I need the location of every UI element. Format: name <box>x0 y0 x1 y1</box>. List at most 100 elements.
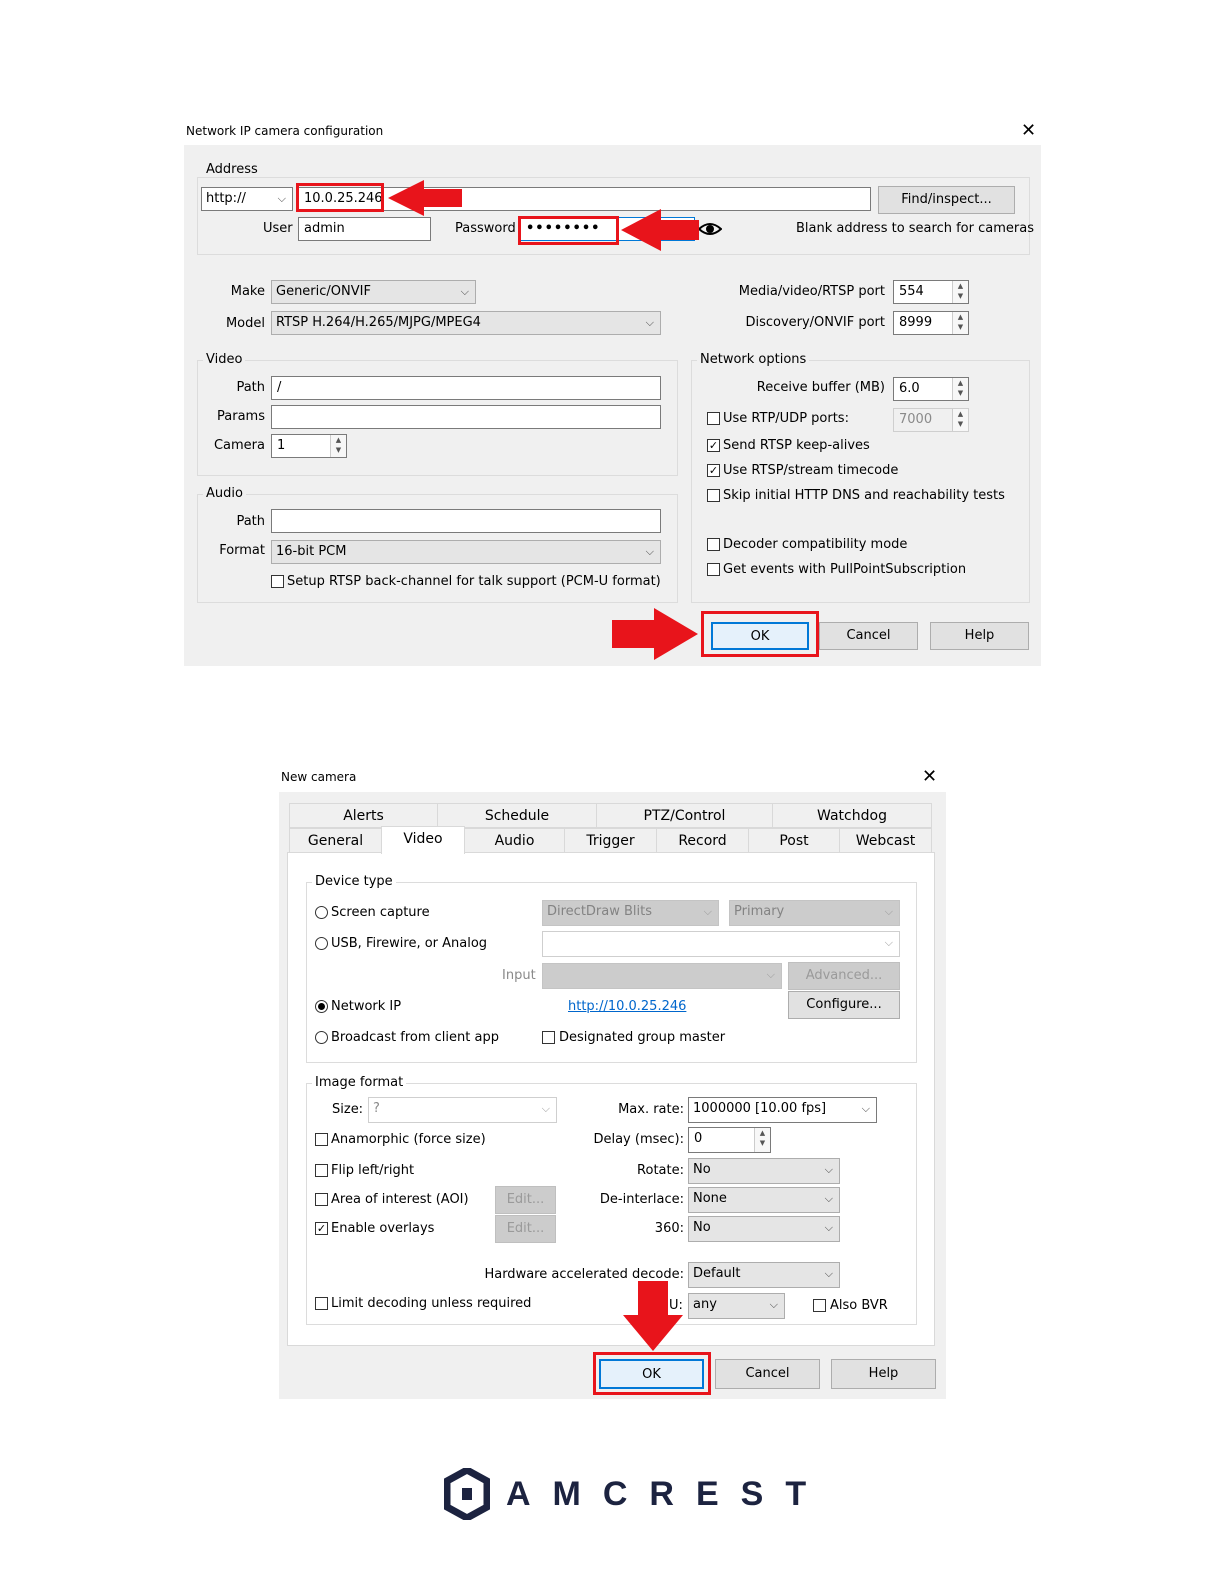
address-group-title: Address <box>203 162 261 177</box>
hw-decode-select[interactable]: Default ⌵ <box>688 1262 840 1288</box>
spinner-arrows-icon[interactable]: ▲ ▼ <box>952 378 968 400</box>
select-360[interactable]: No ⌵ <box>688 1216 840 1242</box>
spinner-arrows-icon[interactable]: ▲ ▼ <box>952 312 968 334</box>
tab-record[interactable]: Record <box>656 828 749 853</box>
rotate-select[interactable]: No ⌵ <box>688 1158 840 1184</box>
spinner-arrows-icon: ▲ ▼ <box>952 409 968 431</box>
model-select[interactable]: RTSP H.264/H.265/MJPG/MPEG4 ⌵ <box>271 311 661 335</box>
camera-label: Camera <box>213 438 265 453</box>
user-label: User <box>263 221 293 236</box>
receive-buffer-value: 6.0 <box>899 381 920 396</box>
gpu-select[interactable]: any ⌵ <box>688 1293 785 1319</box>
eye-icon[interactable] <box>697 220 723 238</box>
dialog2-cancel-button[interactable]: Cancel <box>715 1359 820 1389</box>
tab-schedule[interactable]: Schedule <box>437 803 597 828</box>
onvif-port-input[interactable]: 8999 ▲ ▼ <box>893 311 969 335</box>
skip-dns-checkbox[interactable] <box>707 489 720 502</box>
network-ip-link[interactable]: http://10.0.25.246 <box>568 999 686 1014</box>
chevron-down-icon: ⌵ <box>645 316 654 329</box>
overlays-label: Enable overlays <box>331 1221 435 1236</box>
chevron-down-icon: ⌵ <box>277 192 286 205</box>
media-port-value: 554 <box>899 284 924 299</box>
audio-format-select[interactable]: 16-bit PCM ⌵ <box>271 540 661 564</box>
rtp-udp-port-value: 7000 <box>899 412 933 427</box>
also-bvr-checkbox[interactable] <box>813 1299 826 1312</box>
rtp-udp-label: Use RTP/UDP ports: <box>723 411 849 426</box>
backchannel-checkbox[interactable] <box>271 575 284 588</box>
spinner-arrows-icon[interactable]: ▲ ▼ <box>754 1128 770 1152</box>
model-value: RTSP H.264/H.265/MJPG/MPEG4 <box>276 315 481 330</box>
label-360: 360: <box>654 1221 684 1236</box>
address-highlight-box <box>296 183 384 212</box>
tab-audio[interactable]: Audio <box>464 828 565 853</box>
tab-alerts[interactable]: Alerts <box>289 803 438 828</box>
delay-input[interactable]: 0 ▲ ▼ <box>688 1127 771 1153</box>
rotate-label: Rotate: <box>637 1163 684 1178</box>
configure-button[interactable]: Configure... <box>788 991 900 1019</box>
advanced-button: Advanced... <box>788 962 900 990</box>
spinner-arrows-icon[interactable]: ▲ ▼ <box>952 281 968 303</box>
broadcast-radio[interactable] <box>315 1031 328 1044</box>
media-port-input[interactable]: 554 ▲ ▼ <box>893 280 969 304</box>
tab-watchdog[interactable]: Watchdog <box>772 803 932 828</box>
chevron-down-icon: ⌵ <box>824 1192 833 1205</box>
flip-checkbox[interactable] <box>315 1164 328 1177</box>
tab-post[interactable]: Post <box>748 828 840 853</box>
network-ip-radio[interactable] <box>315 1000 328 1013</box>
tab-webcast[interactable]: Webcast <box>839 828 932 853</box>
params-input[interactable] <box>271 405 661 429</box>
receive-buffer-input[interactable]: 6.0 ▲ ▼ <box>893 377 969 401</box>
chevron-down-icon: ⌵ <box>703 905 712 918</box>
aoi-label: Area of interest (AOI) <box>331 1192 469 1207</box>
group-master-checkbox[interactable] <box>542 1031 555 1044</box>
onvif-port-value: 8999 <box>899 315 933 330</box>
params-label: Params <box>217 409 265 424</box>
camera-input[interactable]: 1 ▲ ▼ <box>271 434 347 458</box>
usb-radio[interactable] <box>315 937 328 950</box>
tab-video[interactable]: Video <box>381 826 465 854</box>
overlays-checkbox[interactable]: ✓ <box>315 1222 328 1235</box>
tab-ptz-control[interactable]: PTZ/Control <box>596 803 773 828</box>
dialog2-help-button[interactable]: Help <box>831 1359 936 1389</box>
limit-decoding-checkbox[interactable] <box>315 1297 328 1310</box>
pullpoint-checkbox[interactable] <box>707 563 720 576</box>
spinner-arrows-icon[interactable]: ▲ ▼ <box>330 435 346 457</box>
timecode-checkbox[interactable]: ✓ <box>707 464 720 477</box>
max-rate-label: Max. rate: <box>618 1102 684 1117</box>
input-label: Input <box>502 968 536 983</box>
make-value: Generic/ONVIF <box>276 284 371 299</box>
find-inspect-button[interactable]: Find/inspect... <box>878 186 1015 214</box>
video-path-input[interactable]: / <box>271 376 661 400</box>
make-select[interactable]: Generic/ONVIF ⌵ <box>271 280 476 304</box>
rtp-udp-checkbox[interactable] <box>707 412 720 425</box>
max-rate-select[interactable]: 1000000 [10.00 fps] ⌵ <box>688 1097 877 1123</box>
onvif-port-label: Discovery/ONVIF port <box>745 315 885 330</box>
chevron-down-icon: ⌵ <box>824 1163 833 1176</box>
decoder-compat-checkbox[interactable] <box>707 538 720 551</box>
dialog2-close-icon[interactable]: ✕ <box>922 768 937 786</box>
dialog1-cancel-button[interactable]: Cancel <box>819 622 918 650</box>
down-arrow-icon <box>623 1281 683 1355</box>
anamorphic-checkbox[interactable] <box>315 1133 328 1146</box>
dialog1-help-button[interactable]: Help <box>930 622 1029 650</box>
size-label: Size: <box>332 1102 364 1117</box>
keepalive-checkbox[interactable]: ✓ <box>707 439 720 452</box>
audio-group-title: Audio <box>203 486 246 501</box>
usb-device-select: ⌵ <box>542 931 900 957</box>
video-group-title: Video <box>203 352 246 367</box>
ok-highlight-box <box>701 611 819 657</box>
screen-capture-radio[interactable] <box>315 906 328 919</box>
user-input[interactable]: admin <box>298 217 431 241</box>
tab-general[interactable]: General <box>289 828 382 853</box>
dialog1-close-icon[interactable]: ✕ <box>1021 122 1036 140</box>
timecode-label: Use RTSP/stream timecode <box>723 463 899 478</box>
tab-trigger[interactable]: Trigger <box>564 828 657 853</box>
dialog1-title: Network IP camera configuration <box>186 124 384 138</box>
user-value: admin <box>304 221 345 236</box>
aoi-checkbox[interactable] <box>315 1193 328 1206</box>
protocol-select[interactable]: http:// ⌵ <box>201 187 293 211</box>
deinterlace-select[interactable]: None ⌵ <box>688 1187 840 1213</box>
media-port-label: Media/video/RTSP port <box>738 284 885 299</box>
password-highlight-box <box>518 216 619 245</box>
audio-path-input[interactable] <box>271 509 661 533</box>
